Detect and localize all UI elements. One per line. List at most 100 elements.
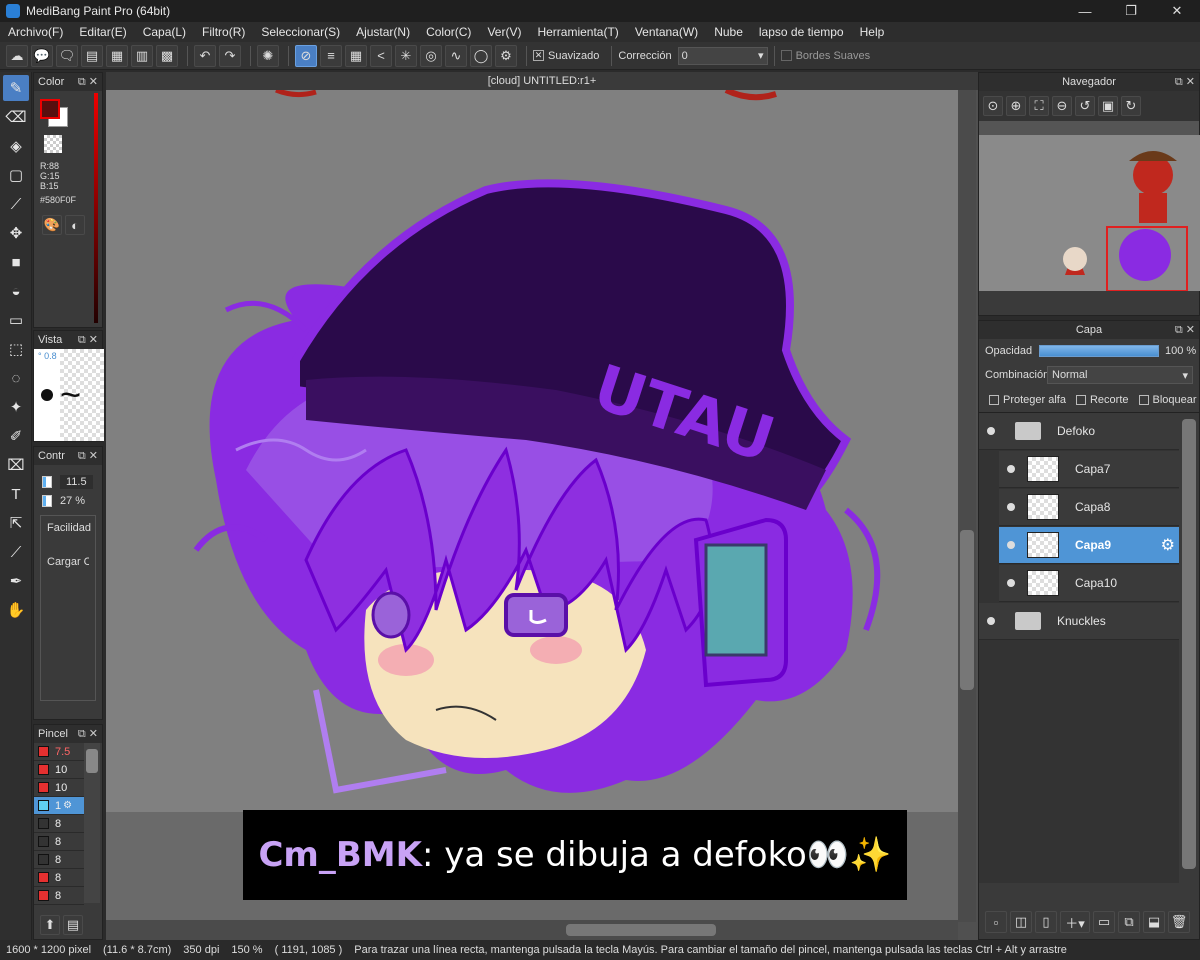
menu-help[interactable]: Help — [860, 25, 885, 39]
layer-settings-gear-icon[interactable]: ⚙ — [1161, 535, 1175, 555]
drawing-canvas[interactable]: UTAU — [106, 90, 958, 812]
close-icon[interactable]: ⧉ ✕ — [1175, 75, 1195, 89]
close-window-button[interactable]: ✕ — [1154, 0, 1200, 22]
visibility-icon[interactable] — [987, 617, 995, 625]
horizontal-scroll-thumb[interactable] — [566, 924, 716, 936]
brush-size-value[interactable]: 11.5 — [60, 475, 93, 489]
duplicate-layer-icon[interactable]: ⧉ — [1118, 911, 1140, 933]
radial-snap-icon[interactable]: ✳ — [395, 44, 417, 67]
speech-bubble-icon[interactable]: 🗨 — [56, 44, 78, 67]
page-icon[interactable]: ▦ — [106, 44, 128, 67]
panel-icon[interactable]: ▥ — [131, 44, 153, 67]
soft-edges-checkbox[interactable] — [780, 50, 792, 61]
text-tool-icon[interactable]: T — [3, 481, 29, 507]
snap-off-icon[interactable]: ⊘ — [295, 44, 317, 67]
redo-icon[interactable]: ↷ — [219, 44, 241, 67]
new-8bit-layer-icon[interactable]: ▯ — [1035, 911, 1057, 933]
cloud-icon[interactable]: ☁ — [6, 44, 28, 67]
select-rect-icon[interactable]: ⬚ — [3, 336, 29, 362]
add-layer-menu-icon[interactable]: ＋▾ — [1060, 911, 1090, 933]
brush-scroll-thumb[interactable] — [86, 749, 98, 773]
brush-item[interactable]: 1 ⚙ — [34, 797, 84, 815]
visibility-icon[interactable] — [987, 427, 995, 435]
blend-mode-select[interactable]: Normal ▾ — [1047, 366, 1193, 384]
minimize-button[interactable]: — — [1062, 0, 1108, 22]
grid-icon[interactable]: ▩ — [156, 44, 178, 67]
brush-item[interactable]: 8 — [34, 887, 84, 905]
brush-item[interactable]: 10 — [34, 779, 84, 797]
ellipse-snap-icon[interactable]: ◯ — [470, 44, 492, 67]
layer-scroll-thumb[interactable] — [1182, 419, 1196, 869]
menu-seleccionar[interactable]: Seleccionar(S) — [261, 25, 340, 39]
facilidad-option[interactable]: Facilidad — [47, 522, 91, 534]
layer-capa8[interactable]: Capa8 — [999, 489, 1179, 526]
merge-layer-icon[interactable]: ⬓ — [1143, 911, 1165, 933]
comment-icon[interactable]: 💬 — [31, 44, 53, 67]
cross-snap-icon[interactable]: ▦ — [345, 44, 367, 67]
close-icon[interactable]: ⧉ ✕ — [1175, 323, 1195, 337]
new-halftone-layer-icon[interactable]: ◫ — [1010, 911, 1032, 933]
vanishing-snap-icon[interactable]: < — [370, 44, 392, 67]
layer-opacity-slider[interactable] — [1039, 345, 1159, 357]
eyedropper-icon[interactable]: ✒ — [3, 568, 29, 594]
maximize-button[interactable]: ❐ — [1108, 0, 1154, 22]
fit-window-icon[interactable]: ⛶ — [1029, 96, 1049, 116]
vertical-scroll-thumb[interactable] — [960, 530, 974, 690]
navigator-thumbnail[interactable] — [979, 135, 1200, 292]
layer-scrollbar[interactable] — [1179, 413, 1199, 883]
select-pen-icon[interactable]: ✐ — [3, 423, 29, 449]
brush-opacity-value[interactable]: 27 % — [60, 495, 85, 507]
layer-capa7[interactable]: Capa7 — [999, 451, 1179, 488]
brush-item[interactable]: 8 — [34, 815, 84, 833]
circle-snap-icon[interactable]: ◎ — [420, 44, 442, 67]
brush-settings-icon[interactable]: ▤ — [63, 915, 83, 935]
rotate-left-icon[interactable]: ↺ — [1075, 96, 1095, 116]
bucket-tool-icon[interactable]: ◒ — [3, 278, 29, 304]
correction-select[interactable]: 0 ▾ — [677, 46, 768, 65]
delete-layer-icon[interactable]: 🗑 — [1168, 911, 1190, 933]
clip-checkbox[interactable] — [1075, 394, 1086, 405]
menu-herramienta[interactable]: Herramienta(T) — [537, 25, 618, 39]
sparkle-icon[interactable]: ✺ — [257, 44, 279, 67]
hand-tool-icon[interactable]: ✋ — [3, 597, 29, 623]
rectangle-tool-icon[interactable]: ▢ — [3, 162, 29, 188]
line-tool-icon[interactable]: ⟋ — [3, 191, 29, 217]
visibility-icon[interactable] — [1007, 579, 1015, 587]
palette-icon[interactable]: 🎨 — [42, 215, 62, 235]
brush-item[interactable]: 8 — [34, 851, 84, 869]
zoom-out-icon[interactable]: ⊖ — [1052, 96, 1072, 116]
visibility-icon[interactable] — [1007, 541, 1015, 549]
close-icon[interactable]: ⧉ ✕ — [78, 727, 98, 741]
fill-rect-icon[interactable]: ■ — [3, 249, 29, 275]
menu-capa[interactable]: Capa(L) — [143, 25, 186, 39]
foreground-color-swatch[interactable] — [40, 99, 60, 119]
gradient-tool-icon[interactable]: ▭ — [3, 307, 29, 333]
actual-size-icon[interactable]: ▣ — [1098, 96, 1118, 116]
menu-filtro[interactable]: Filtro(R) — [202, 25, 245, 39]
vertical-scrollbar[interactable] — [958, 90, 976, 922]
brush-item[interactable]: 8 — [34, 833, 84, 851]
visibility-icon[interactable] — [1007, 465, 1015, 473]
visibility-icon[interactable] — [1007, 503, 1015, 511]
layer-capa9[interactable]: Capa9 ⚙ — [999, 527, 1179, 564]
cargar-option[interactable]: Cargar Co — [47, 556, 89, 568]
color-slider[interactable] — [94, 93, 98, 323]
parallel-snap-icon[interactable]: ≡ — [320, 44, 342, 67]
brush-tool-icon[interactable]: ✎ — [3, 75, 29, 101]
undo-icon[interactable]: ↶ — [194, 44, 216, 67]
brush-item[interactable]: 7.5 — [34, 743, 84, 761]
zoom-fit-icon[interactable]: ⊙ — [983, 96, 1003, 116]
zoom-in-icon[interactable]: ⊕ — [1006, 96, 1026, 116]
document-tab[interactable]: [cloud] UNTITLED:r1+ — [106, 72, 978, 90]
color-palette-add-icon[interactable]: ◐ — [65, 215, 85, 235]
menu-archivo[interactable]: Archivo(F) — [8, 25, 63, 39]
layer-folder-defoko[interactable]: Defoko — [979, 413, 1179, 450]
add-brush-icon[interactable]: ⬆ — [40, 915, 60, 935]
menu-color[interactable]: Color(C) — [426, 25, 471, 39]
eraser-tool-icon[interactable]: ⌫ — [3, 104, 29, 130]
menu-ver[interactable]: Ver(V) — [487, 25, 521, 39]
layer-capa10[interactable]: Capa10 — [999, 565, 1179, 602]
menu-editar[interactable]: Editar(E) — [79, 25, 126, 39]
transparent-color-icon[interactable] — [44, 135, 62, 153]
smoothing-checkbox[interactable]: ✕ — [533, 50, 544, 61]
